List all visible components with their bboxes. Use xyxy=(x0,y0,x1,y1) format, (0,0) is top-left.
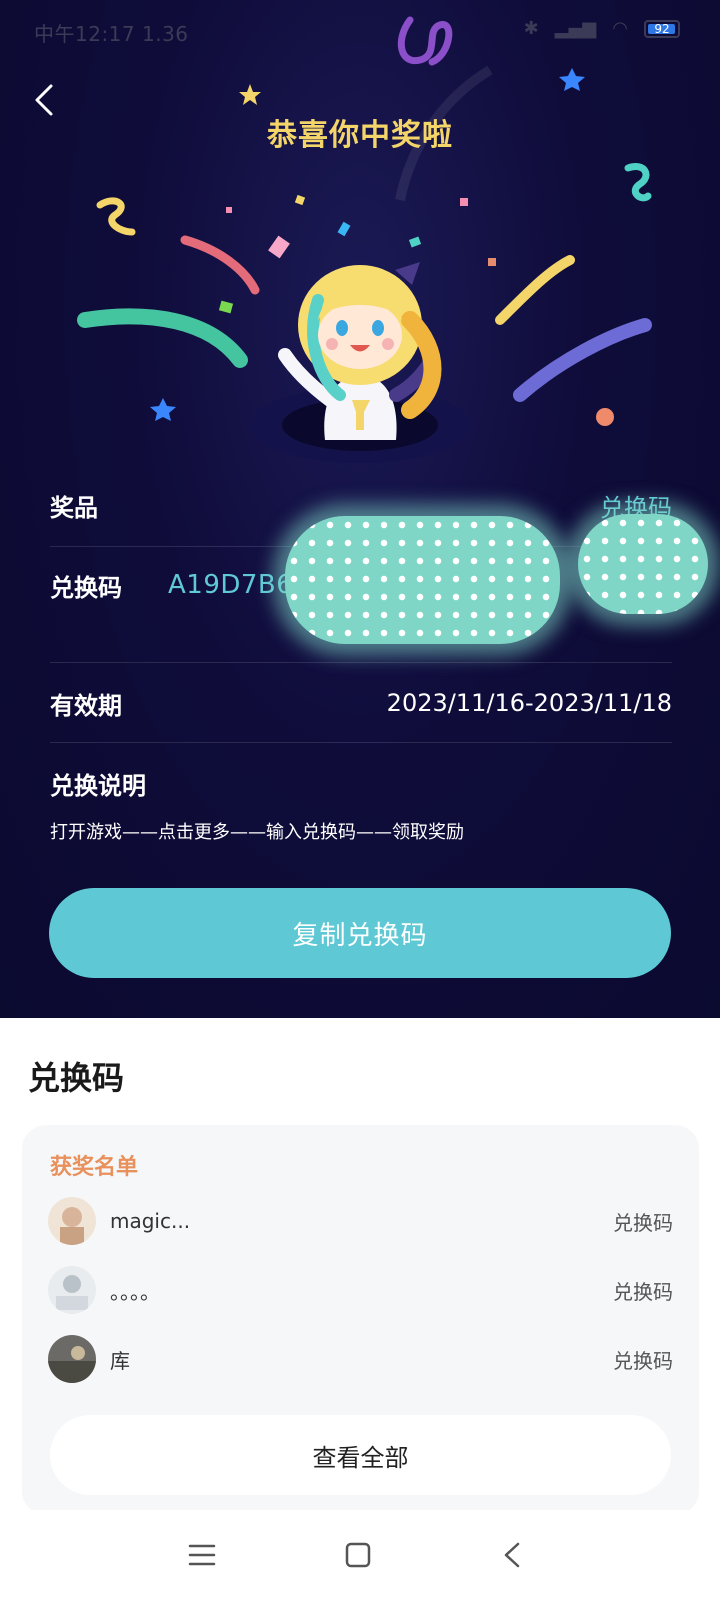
winner-row: 库 兑换码 xyxy=(48,1331,673,1387)
winners-card: 获奖名单 magic... 兑换码 。。。。 兑换码 库 兑换码 查看全部 xyxy=(22,1125,699,1515)
instructions-label: 兑换说明 xyxy=(50,771,146,800)
back-arrow-icon xyxy=(504,1542,520,1568)
view-all-button[interactable]: 查看全部 xyxy=(50,1415,671,1495)
celebration-illustration xyxy=(77,16,652,463)
copy-code-button[interactable]: 复制兑换码 xyxy=(49,888,671,978)
redaction-blob xyxy=(285,516,560,644)
winner-name: 库 xyxy=(110,1348,130,1373)
instructions-text: 打开游戏——点击更多——输入兑换码——领取奖励 xyxy=(50,822,464,843)
redaction-blob xyxy=(578,514,708,614)
validity-value: 2023/11/16-2023/11/18 xyxy=(386,689,672,717)
home-square-icon xyxy=(345,1542,371,1568)
winner-name: magic... xyxy=(110,1209,191,1233)
prize-panel: 中午12:17 1.36 ✱ ▂▄▆ ◠ 92 恭喜你中奖啦 奖品 兑换码 兑换… xyxy=(0,0,720,1018)
winner-prize: 兑换码 xyxy=(613,1348,673,1373)
page-title: 恭喜你中奖啦 xyxy=(267,118,453,153)
instructions-row: 兑换说明 xyxy=(50,758,672,808)
winner-name: 。。。。 xyxy=(110,1279,160,1304)
menu-icon xyxy=(188,1544,216,1566)
system-nav-bar xyxy=(0,1510,720,1600)
menu-button[interactable] xyxy=(172,1530,232,1580)
prize-label: 奖品 xyxy=(50,493,98,522)
divider xyxy=(50,742,672,743)
validity-row: 有效期 2023/11/16-2023/11/18 xyxy=(50,678,672,728)
section-title: 兑换码 xyxy=(28,1059,125,1097)
winner-row: 。。。。 兑换码 xyxy=(48,1262,673,1318)
winner-prize: 兑换码 xyxy=(613,1210,673,1235)
home-button[interactable] xyxy=(328,1530,388,1580)
system-back-button[interactable] xyxy=(482,1530,542,1580)
validity-label: 有效期 xyxy=(50,691,122,720)
winner-prize: 兑换码 xyxy=(613,1279,673,1304)
code-label: 兑换码 xyxy=(50,573,122,602)
divider xyxy=(50,662,672,663)
avatar xyxy=(48,1335,96,1383)
avatar xyxy=(48,1197,96,1245)
winners-list-title: 获奖名单 xyxy=(50,1155,139,1180)
winner-row: magic... 兑换码 xyxy=(48,1193,673,1249)
avatar xyxy=(48,1266,96,1314)
redeem-code[interactable]: A19D7B6 xyxy=(168,570,293,600)
